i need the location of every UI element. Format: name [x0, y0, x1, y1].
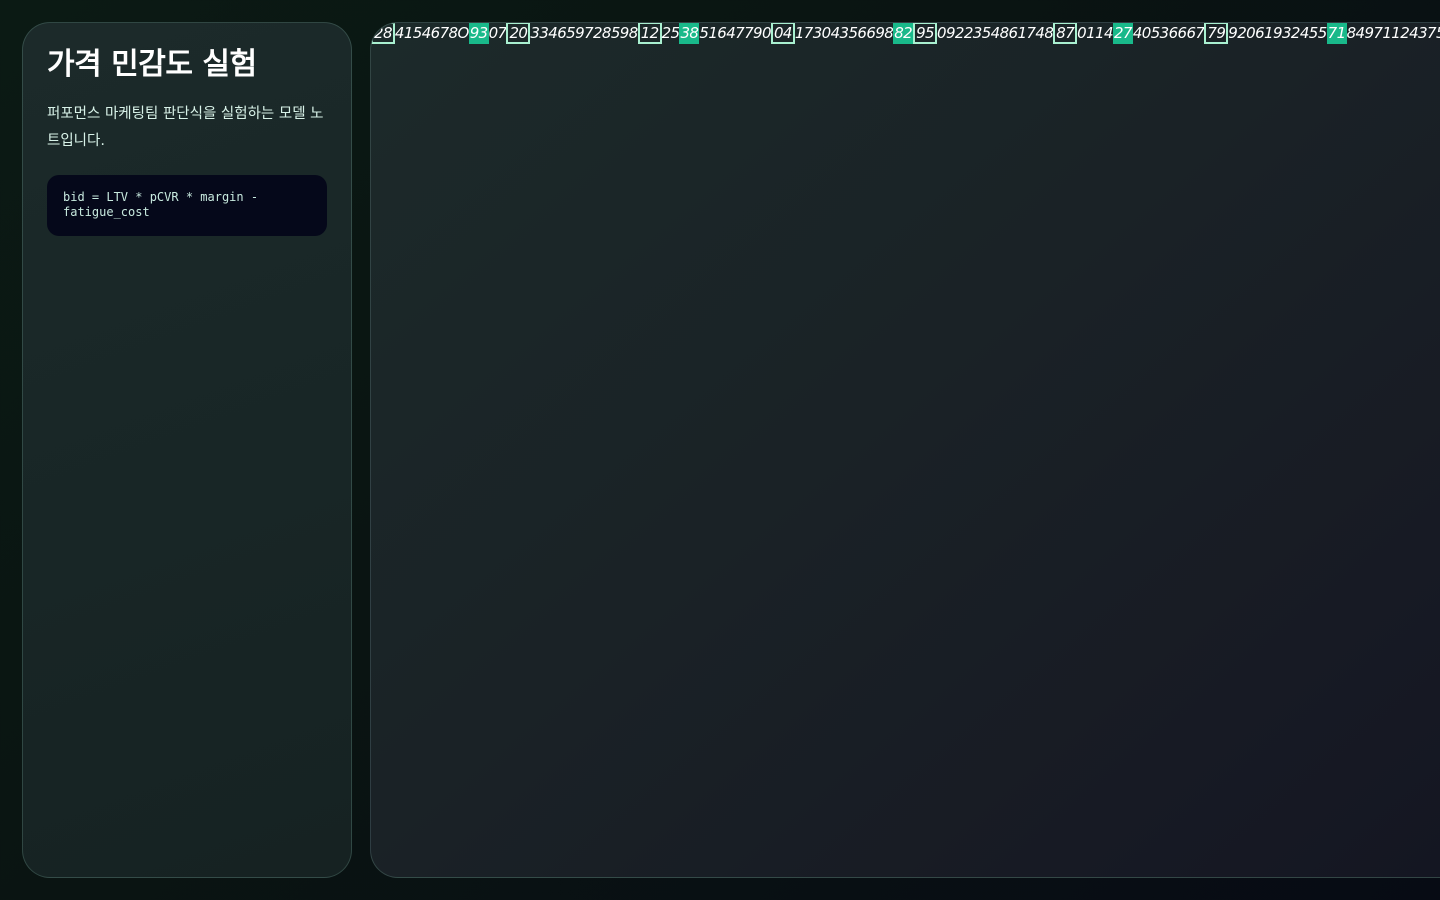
panel-description: 퍼포먼스 마케팅팀 판단식을 실험하는 모델 노트입니다.	[47, 106, 324, 149]
ticker-highlight-boxed: 79	[1204, 23, 1229, 44]
ticker-digits: 25	[661, 24, 680, 42]
ticker-digits: 07	[488, 24, 507, 42]
ticker-highlight-boxed: 28	[371, 23, 395, 44]
ticker-digits: 4154678O	[394, 24, 469, 42]
panel-title: 가격 민감도 실험	[47, 47, 257, 82]
ticker-highlight-filled: 27	[1112, 23, 1133, 44]
main-panel: 28 4154678O 93 07 20 334659728598 12 25 38 516477…	[370, 22, 1440, 878]
sidebar-panel: 가격 민감도 실험 퍼포먼스 마케팅팀 판단식을 실험하는 모델 노트입니다. …	[22, 22, 352, 878]
ticker-digits: 334659728598	[530, 24, 638, 42]
ticker-digits: 0114	[1077, 24, 1113, 42]
formula-code-block: bid = LTV * pCVR * margin - fatigue_cost	[47, 175, 327, 236]
ticker-highlight-boxed: 12	[637, 23, 662, 44]
ticker-highlight-filled: 38	[679, 23, 700, 44]
number-ticker: 28 4154678O 93 07 20 334659728598 12 25 38 516477…	[371, 23, 1440, 45]
ticker-highlight-boxed: 87	[1053, 23, 1078, 44]
ticker-highlight-filled: 71	[1326, 23, 1347, 44]
ticker-highlight-filled: 93	[468, 23, 489, 44]
ticker-digits: 17304356698	[794, 24, 894, 42]
ticker-highlight-boxed: 04	[770, 23, 795, 44]
ticker-highlight-boxed: 20	[506, 23, 531, 44]
ticker-highlight-boxed: 95	[913, 23, 937, 44]
ticker-digits: 8497112437506	[1346, 24, 1440, 42]
ticker-digits: 0922354861748	[937, 24, 1054, 42]
ticker-digits: 92061932455	[1228, 24, 1327, 42]
ticker-highlight-filled: 82	[893, 23, 914, 44]
ticker-digits: 40536667	[1132, 24, 1205, 42]
ticker-digits: 51647790	[699, 24, 771, 42]
